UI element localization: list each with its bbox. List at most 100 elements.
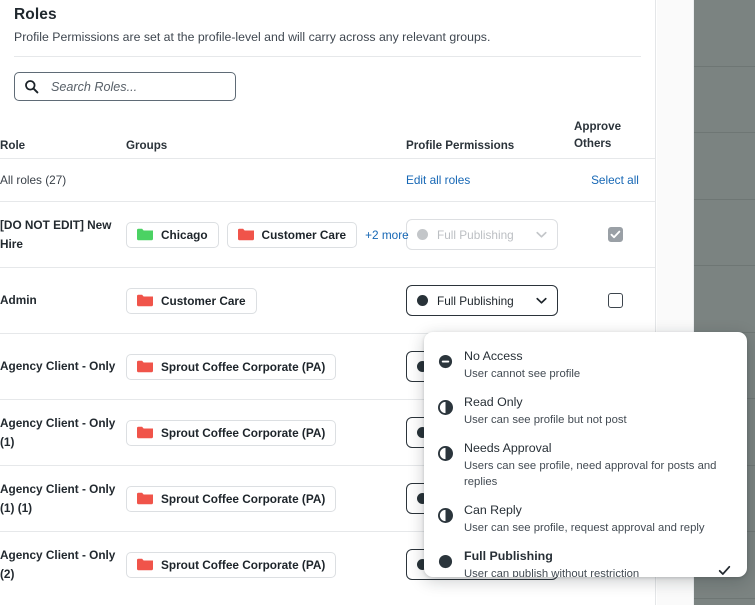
group-chip[interactable]: Sprout Coffee Corporate (PA) xyxy=(126,552,336,578)
role-name-cell: Agency Client - Only (1) (1) xyxy=(0,466,126,532)
role-name-cell: Agency Client - Only xyxy=(0,334,126,400)
permission-select[interactable]: Full Publishing xyxy=(406,285,558,316)
group-chip[interactable]: Chicago xyxy=(126,222,219,248)
group-chip-label: Sprout Coffee Corporate (PA) xyxy=(161,426,325,440)
permission-status-icon xyxy=(417,295,428,306)
approve-others-cell xyxy=(574,202,656,268)
search-icon xyxy=(24,79,39,94)
group-chip-label: Sprout Coffee Corporate (PA) xyxy=(161,558,325,572)
all-roles-label: All roles (27) xyxy=(0,159,126,202)
group-chip-list: Sprout Coffee Corporate (PA) xyxy=(126,552,406,578)
column-header-role: Role xyxy=(0,118,126,159)
backdrop-row xyxy=(694,266,755,333)
roles-header: Roles Profile Permissions are set at the… xyxy=(0,0,655,57)
role-name-cell: [DO NOT EDIT] New Hire xyxy=(0,202,126,268)
role-name-cell: Agency Client - Only (2) xyxy=(0,532,126,598)
column-header-groups: Groups xyxy=(126,118,406,159)
permission-status-icon xyxy=(417,229,428,240)
all-roles-approve-cell: Select all xyxy=(574,159,656,202)
permission-select-label: Full Publishing xyxy=(437,294,534,308)
search-roles-box[interactable] xyxy=(14,72,236,101)
approve-others-line1: Approve xyxy=(574,120,621,133)
group-chip-label: Customer Care xyxy=(262,228,347,242)
backdrop-row xyxy=(694,0,755,67)
permission-option-description: User cannot see profile xyxy=(464,366,731,382)
approve-others-checkbox[interactable] xyxy=(608,293,623,308)
folder-icon xyxy=(137,426,153,439)
permission-option-title: Read Only xyxy=(464,394,731,411)
circle-half-icon xyxy=(438,508,453,528)
check-icon xyxy=(718,564,731,577)
group-chip-list: Chicago Customer Care +2 more xyxy=(126,222,406,248)
permission-option-title: Needs Approval xyxy=(464,440,731,457)
role-groups-cell: Sprout Coffee Corporate (PA) xyxy=(126,532,406,598)
group-chip-list: Sprout Coffee Corporate (PA) xyxy=(126,486,406,512)
group-chip[interactable]: Sprout Coffee Corporate (PA) xyxy=(126,420,336,446)
chevron-down-icon xyxy=(534,227,549,242)
permission-option[interactable]: Needs ApprovalUsers can see profile, nee… xyxy=(424,434,747,496)
group-chip-label: Sprout Coffee Corporate (PA) xyxy=(161,492,325,506)
group-chip[interactable]: Sprout Coffee Corporate (PA) xyxy=(126,486,336,512)
permission-select: Full Publishing xyxy=(406,219,558,250)
page-title: Roles xyxy=(14,6,641,24)
group-chip[interactable]: Customer Care xyxy=(227,222,358,248)
group-chip-list: Sprout Coffee Corporate (PA) xyxy=(126,354,406,380)
column-header-permissions: Profile Permissions xyxy=(406,118,574,159)
folder-icon xyxy=(137,558,153,571)
folder-icon xyxy=(238,228,254,241)
approve-others-line2: Others xyxy=(574,137,611,150)
profile-permission-cell: Full Publishing xyxy=(406,202,574,268)
all-roles-permissions-cell: Edit all roles xyxy=(406,159,574,202)
folder-icon xyxy=(137,228,153,241)
search-area xyxy=(0,57,655,101)
group-chip-list: Sprout Coffee Corporate (PA) xyxy=(126,420,406,446)
circle-half-icon xyxy=(438,446,453,466)
group-chip-label: Customer Care xyxy=(161,294,246,308)
page-subtitle: Profile Permissions are set at the profi… xyxy=(14,30,641,44)
permission-dropdown-menu[interactable]: No AccessUser cannot see profileRead Onl… xyxy=(424,332,747,577)
table-header-row: Role Groups Profile Permissions Approve … xyxy=(0,118,656,159)
permission-option-title: No Access xyxy=(464,348,731,365)
table-row: Admin Customer Care Full Publishing xyxy=(0,268,656,334)
select-all-link[interactable]: Select all xyxy=(591,173,639,187)
approve-others-cell xyxy=(574,268,656,334)
permission-option-description: User can see profile, request approval a… xyxy=(464,520,731,536)
circle-minus-icon xyxy=(438,354,453,374)
role-groups-cell: Chicago Customer Care +2 more xyxy=(126,202,406,268)
backdrop-row xyxy=(694,67,755,134)
permission-option[interactable]: No AccessUser cannot see profile xyxy=(424,342,747,388)
approve-others-checkbox xyxy=(608,227,623,242)
profile-permission-cell: Full Publishing xyxy=(406,268,574,334)
role-groups-cell: Sprout Coffee Corporate (PA) xyxy=(126,400,406,466)
chevron-down-icon xyxy=(534,293,549,308)
edit-all-roles-link[interactable]: Edit all roles xyxy=(406,173,470,187)
role-name-cell: Agency Client - Only (1) xyxy=(0,400,126,466)
circle-half-icon xyxy=(438,400,453,420)
permission-option-description: Users can see profile, need approval for… xyxy=(464,458,731,490)
search-input[interactable] xyxy=(49,79,226,95)
permission-select-label: Full Publishing xyxy=(437,228,534,242)
group-chip-label: Sprout Coffee Corporate (PA) xyxy=(161,360,325,374)
permission-option[interactable]: Can ReplyUser can see profile, request a… xyxy=(424,496,747,542)
folder-icon xyxy=(137,294,153,307)
role-name-cell: Admin xyxy=(0,268,126,334)
role-groups-cell: Sprout Coffee Corporate (PA) xyxy=(126,466,406,532)
folder-icon xyxy=(137,360,153,373)
more-groups-link[interactable]: +2 more xyxy=(365,228,409,242)
backdrop-row xyxy=(694,200,755,267)
group-chip-list: Customer Care xyxy=(126,288,406,314)
permission-option-title: Full Publishing xyxy=(464,548,731,565)
permission-option[interactable]: Full PublishingUser can publish without … xyxy=(424,542,747,577)
backdrop-row xyxy=(694,133,755,200)
circle-filled-icon xyxy=(438,554,453,574)
all-roles-row: All roles (27) Edit all roles Select all xyxy=(0,159,656,202)
group-chip[interactable]: Customer Care xyxy=(126,288,257,314)
permission-option[interactable]: Read OnlyUser can see profile but not po… xyxy=(424,388,747,434)
all-roles-groups-cell xyxy=(126,159,406,202)
roles-table-head: Role Groups Profile Permissions Approve … xyxy=(0,118,656,159)
group-chip[interactable]: Sprout Coffee Corporate (PA) xyxy=(126,354,336,380)
table-row: [DO NOT EDIT] New Hire Chicago Customer Ca… xyxy=(0,202,656,268)
group-chip-label: Chicago xyxy=(161,228,208,242)
permission-option-description: User can see profile but not post xyxy=(464,412,731,428)
role-groups-cell: Customer Care xyxy=(126,268,406,334)
